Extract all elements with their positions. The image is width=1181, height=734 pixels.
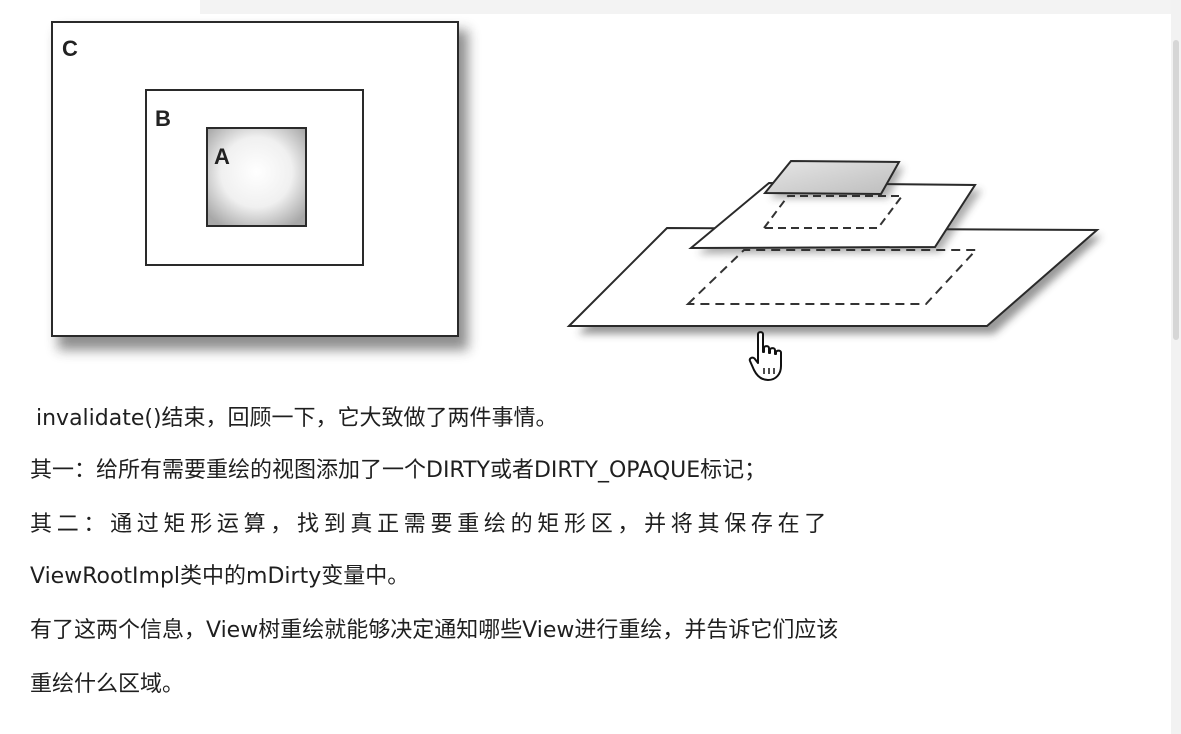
paragraph-point-two-line-1: 其二：通过矩形运算，找到真正需要重绘的矩形区，并将其保存在了 — [30, 512, 832, 537]
page: C B A invalidate()结束，回顾一下，它大致做了两件事情。 其一：… — [0, 0, 1181, 734]
rect-c-label: C — [62, 36, 78, 61]
stacked-layers-figure — [566, 159, 1102, 334]
paragraph-conclusion-line-1: 有了这两个信息，View树重绘就能够决定通知哪些View进行重绘，并告诉它们应该 — [30, 618, 839, 643]
paragraph-point-two-line-2: ViewRootImpl类中的mDirty变量中。 — [30, 564, 410, 589]
nested-rectangles-figure: C B A — [51, 21, 468, 350]
paragraph-point-one: 其一：给所有需要重绘的视图添加了一个DIRTY或者DIRTY_OPAQUE标记； — [30, 458, 767, 483]
paragraph-summary: invalidate()结束，回顾一下，它大致做了两件事情。 — [36, 406, 558, 431]
top-layer — [762, 159, 901, 196]
diagram-figures: C B A — [51, 21, 1102, 350]
rect-b-label: B — [155, 106, 171, 131]
rect-a-label: A — [214, 144, 230, 169]
hand-pointer-icon — [748, 331, 782, 381]
vertical-scrollbar[interactable] — [1171, 0, 1181, 734]
scrollbar-thumb[interactable] — [1173, 40, 1179, 340]
paragraph-conclusion-line-2: 重绘什么区域。 — [30, 672, 185, 697]
rect-a — [206, 127, 307, 227]
